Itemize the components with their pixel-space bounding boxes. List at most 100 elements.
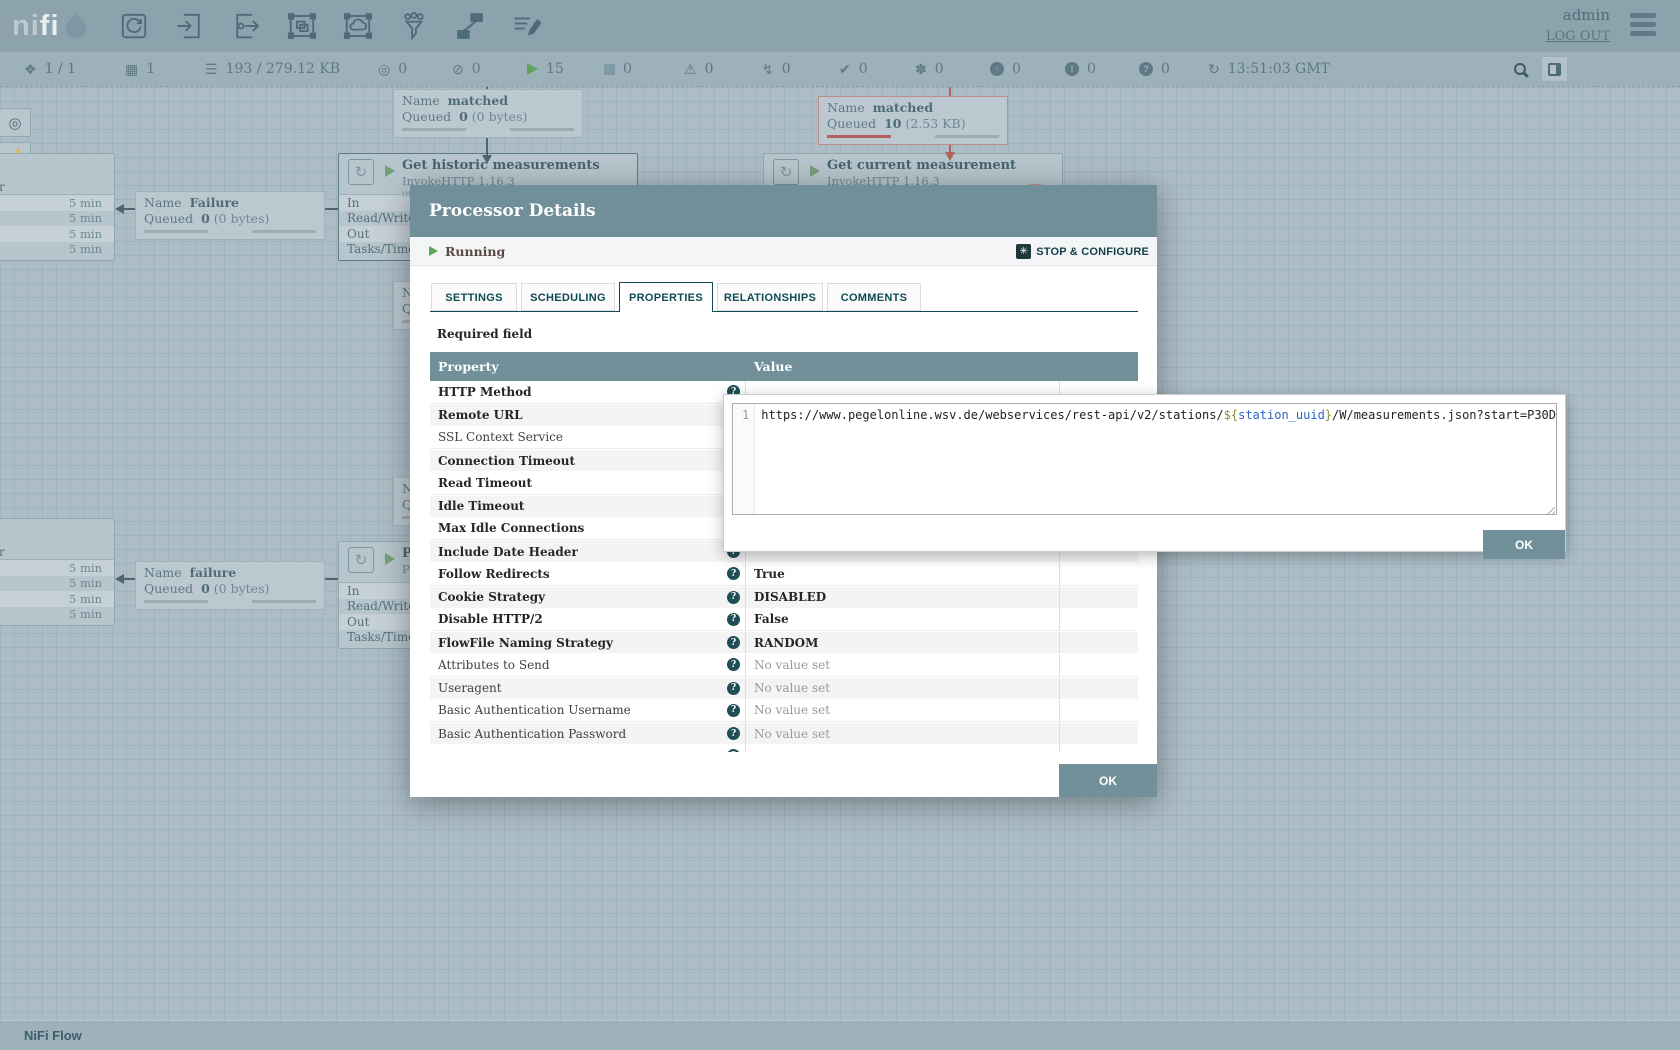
connection-line [123,208,135,210]
required-field-note: Required field [437,327,532,341]
status-disabled: ↯0 [762,52,791,86]
status-sync-failure: ?0 [1139,52,1170,86]
connection-label-matched-0[interactable]: Name matched Queued 0 (0 bytes) [393,89,583,138]
logout-link[interactable]: LOG OUT [1546,29,1610,44]
search-button[interactable] [1514,52,1526,86]
connection-arrow [115,574,124,584]
component-toolbar [118,10,542,42]
breadcrumb[interactable]: NiFi Flow [24,1028,82,1043]
stopped-icon [604,64,615,75]
status-queued: ☰193 / 279.12 KB [205,52,340,86]
threads-icon: ❖ [24,62,37,76]
el-token-close: } [1325,408,1332,422]
sync-failure-icon: ? [1139,62,1153,76]
property-value-editor-popup: 1 https://www.pegelonline.wsv.de/webserv… [723,394,1566,552]
tab-comments[interactable]: COMMENTS [827,283,921,311]
connection-line-alert [949,87,951,96]
output-port-draggable-icon[interactable] [230,10,262,42]
dialog-ok-button[interactable]: OK [1059,764,1157,797]
status-not-transmitting: ⊘0 [452,52,481,86]
el-variable: station_uuid [1238,408,1325,422]
status-running: 15 [527,52,564,86]
editor-ok-button[interactable]: OK [1483,530,1565,559]
help-icon[interactable]: ? [727,567,740,580]
value-editor[interactable]: 1 https://www.pegelonline.wsv.de/webserv… [732,403,1557,515]
connection-label-failure-bottom[interactable]: Name failure Queued 0 (0 bytes) [135,561,325,610]
running-icon [527,63,538,75]
help-icon[interactable]: ? [727,749,740,752]
not-transmitting-icon: ⊘ [452,62,464,76]
input-port-draggable-icon[interactable] [174,10,206,42]
transmitting-icon: ◎ [378,62,390,76]
navigate-palette-button[interactable]: ◎ [0,108,31,137]
gear-icon: ✳ [1016,244,1031,259]
stop-and-configure-button[interactable]: ✳ STOP & CONFIGURE [1016,237,1149,266]
table-row: Follow Redirects?True [430,563,1138,586]
stale-icon: ↑ [990,62,1004,76]
backpressure-size-bar [252,600,316,603]
editor-code-line[interactable]: https://www.pegelonline.wsv.de/webservic… [755,404,1556,514]
processor-draggable-icon[interactable] [118,10,150,42]
logo-text-fi: fi [40,10,60,43]
breadcrumb-bar: NiFi Flow [0,1020,1680,1050]
tab-settings[interactable]: SETTINGS [431,283,517,311]
help-icon[interactable]: ? [727,682,740,695]
run-status-icon [810,165,820,177]
status-clustered: ▦1 [125,52,155,86]
status-up-to-date: ✔0 [839,52,868,86]
disabled-icon: ↯ [762,62,774,76]
remote-process-group-draggable-icon[interactable] [342,10,374,42]
connection-label-matched-10[interactable]: Name matched Queued 10 (2.53 KB) [818,96,1008,145]
help-icon[interactable]: ? [727,613,740,626]
global-menu-button[interactable] [1630,13,1656,40]
navigate-icon: ◎ [8,114,21,132]
help-icon[interactable]: ? [727,658,740,671]
funnel-draggable-icon[interactable] [398,10,430,42]
backpressure-object-bar [144,600,208,603]
up-to-date-icon: ✔ [839,62,851,76]
status-locally-modified: ✽0 [915,52,944,86]
connection-arrow [115,204,124,214]
locally-modified-stale-icon: ! [1065,62,1079,76]
status-locally-modified-stale: !0 [1065,52,1096,86]
connection-label-failure-top[interactable]: Name Failure Queued 0 (0 bytes) [135,191,325,240]
table-row: Cookie Strategy?DISABLED [430,586,1138,609]
status-active-threads: ❖1 / 1 [24,52,76,86]
invalid-icon: ⚠ [684,62,697,76]
template-draggable-icon[interactable] [454,10,486,42]
help-icon[interactable]: ? [727,636,740,649]
status-stopped: 0 [604,52,632,86]
tab-relationships[interactable]: RELATIONSHIPS [717,283,823,311]
processor-icon: ↻ [348,547,374,573]
status-stale: ↑0 [990,52,1021,86]
backpressure-size-bar [252,230,316,233]
processor-partial-bottom-left[interactable]: r 5 min 5 min 5 min 5 min [0,518,115,626]
help-icon[interactable]: ? [727,727,740,740]
flow-status-bar: ❖1 / 1 ▦1 ☰193 / 279.12 KB ◎0 ⊘0 15 0 ⚠0… [0,52,1680,86]
property-column-header: Property [430,359,746,374]
tab-scheduling[interactable]: SCHEDULING [521,283,615,311]
process-group-draggable-icon[interactable] [286,10,318,42]
table-row: Useragent?No value set [430,677,1138,700]
backpressure-size-bar [510,128,574,131]
run-status-icon [385,165,395,177]
table-row: Attributes to Send?No value set [430,654,1138,677]
status-history-toggle-button[interactable] [1541,56,1568,82]
help-icon[interactable]: ? [727,591,740,604]
processor-partial-top-left[interactable]: r 5 min 5 min 5 min 5 min [0,153,115,261]
connection-arrow-alert [945,152,955,161]
help-icon[interactable]: ? [727,704,740,717]
refresh-icon[interactable]: ↻ [1208,62,1220,76]
table-row: ? [430,745,1138,752]
table-row: FlowFile Naming Strategy?RANDOM [430,631,1138,654]
label-draggable-icon[interactable] [510,10,542,42]
status-last-refresh: ↻13:51:03 GMT [1208,52,1330,86]
queued-icon: ☰ [205,62,218,76]
editor-resize-handle[interactable] [1545,507,1555,515]
backpressure-object-bar [144,230,208,233]
dialog-header: Processor Details [410,185,1157,237]
tab-properties[interactable]: PROPERTIES [619,282,713,312]
nifi-logo: nifi [12,10,86,43]
el-token-open: ${ [1224,408,1238,422]
app-toolbar: nifi admin LOG OUT [0,0,1680,52]
